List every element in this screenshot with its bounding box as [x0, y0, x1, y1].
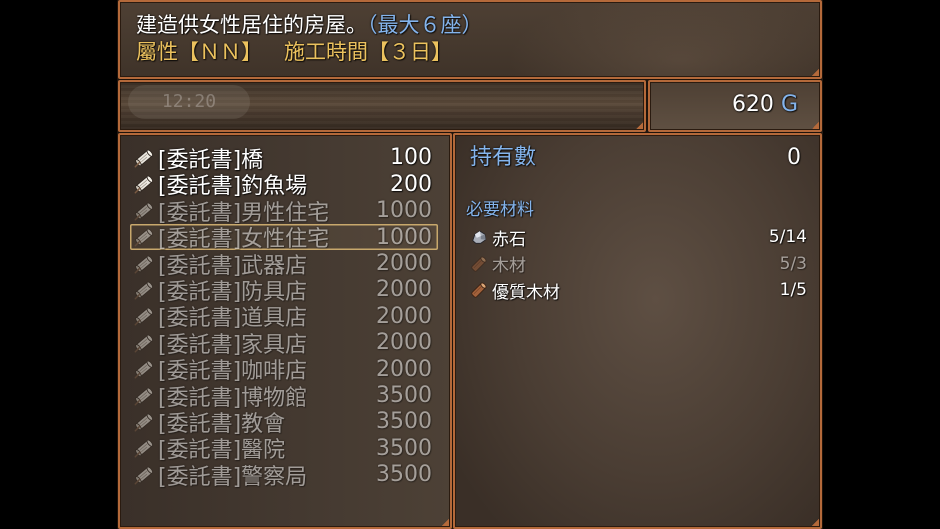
- material-count: 5/14: [768, 227, 807, 247]
- shop-item-price: 100: [390, 145, 432, 171]
- material-row: 赤石 5/14: [470, 224, 807, 251]
- scroll-icon: [133, 279, 155, 301]
- material-name: 赤石: [492, 229, 526, 250]
- shop-item-price: 3500: [376, 409, 432, 435]
- shop-item-price: 2000: [376, 303, 432, 329]
- background-clock: 12:20: [128, 85, 250, 119]
- material-row: 木材 5/3: [470, 250, 807, 277]
- help-line-2: 屬性【ＮＮ】 施工時間【３日】: [136, 39, 452, 66]
- max-count-note: （最大６座）: [367, 12, 483, 37]
- material-count: 5/3: [779, 253, 807, 274]
- gold-window: 620 G: [648, 80, 822, 132]
- currency-unit: G: [780, 92, 798, 117]
- shop-item-price: 2000: [376, 330, 432, 356]
- scroll-icon: [133, 437, 155, 459]
- window-corner-decoration: [812, 519, 819, 526]
- window-corner-decoration: [812, 69, 819, 76]
- scroll-icon: [133, 358, 155, 380]
- ore-icon: [470, 228, 488, 246]
- shop-item-row[interactable]: [委託書]警察局 3500: [130, 461, 438, 490]
- possession-label: 持有數: [470, 145, 537, 170]
- shop-item-row[interactable]: [委託書]家具店 2000: [130, 330, 438, 358]
- shop-item-price: 3500: [376, 435, 432, 461]
- scroll-icon: [133, 147, 155, 169]
- shop-item-row[interactable]: [委託書]道具店 2000: [130, 303, 438, 331]
- required-materials-label: 必要材料: [466, 200, 534, 220]
- shop-item-rows: [委託書]橋 100 [委託書]釣魚場 200 [委託書]男性住宅 1000 […: [130, 145, 438, 490]
- help-window: 建造供女性居住的房屋。（最大６座） 屬性【ＮＮ】 施工時間【３日】: [118, 0, 822, 79]
- material-name: 優質木材: [492, 282, 560, 303]
- shop-item-row[interactable]: [委託書]女性住宅 1000: [130, 223, 438, 252]
- material-name: 木材: [492, 256, 526, 276]
- item-status-window: 持有數 0 必要材料 赤石 5/14 木材 5/3 優質木材 1/5: [453, 133, 822, 529]
- shop-item-price: 1000: [376, 224, 432, 250]
- shop-item-row[interactable]: [委託書]博物館 3500: [130, 382, 438, 411]
- shop-item-price: 1000: [376, 198, 432, 224]
- window-corner-decoration: [442, 519, 449, 526]
- material-list: 赤石 5/14 木材 5/3 優質木材 1/5: [470, 224, 807, 304]
- possession-value: 0: [787, 145, 801, 170]
- shop-item-price: 2000: [376, 277, 432, 303]
- attribute-label: 屬性【ＮＮ】: [136, 39, 262, 64]
- scroll-icon: [133, 253, 155, 275]
- material-row: 優質木材 1/5: [470, 277, 807, 304]
- shop-item-name: [委託書]警察局: [158, 464, 308, 490]
- shop-item-row[interactable]: [委託書]釣魚場 200: [130, 171, 438, 199]
- scroll-icon: [133, 305, 155, 327]
- scroll-icon: [133, 411, 155, 433]
- material-count: 1/5: [779, 280, 807, 300]
- gold-display: 620 G: [732, 92, 798, 118]
- help-line-1: 建造供女性居住的房屋。（最大６座）: [136, 12, 483, 39]
- shop-item-list: [委託書]橋 100 [委託書]釣魚場 200 [委託書]男性住宅 1000 […: [118, 133, 452, 529]
- build-time-label: 施工時間【３日】: [284, 39, 452, 64]
- scroll-icon: [133, 200, 155, 222]
- item-description: 建造供女性居住的房屋。: [136, 12, 367, 37]
- scroll-icon: [133, 385, 155, 407]
- scroll-icon: [133, 173, 155, 195]
- window-corner-decoration: [636, 122, 643, 129]
- shop-item-price: 200: [390, 171, 432, 197]
- shop-item-price: 3500: [376, 462, 432, 488]
- wood-log-icon: [470, 281, 488, 299]
- shop-item-row[interactable]: [委託書]教會 3500: [130, 409, 438, 437]
- scroll-icon: [133, 464, 155, 486]
- shop-item-row[interactable]: [委託書]橋 100: [130, 145, 438, 173]
- scroll-icon: [133, 332, 155, 354]
- shop-item-row[interactable]: [委託書]醫院 3500: [130, 435, 438, 463]
- gold-amount: 620: [731, 92, 774, 117]
- shop-item-price: 3500: [376, 383, 432, 408]
- shop-item-row[interactable]: [委託書]咖啡店 2000: [130, 356, 438, 384]
- shop-item-price: 2000: [376, 251, 432, 277]
- shop-item-row[interactable]: [委託書]武器店 2000: [130, 250, 438, 279]
- shop-item-row[interactable]: [委託書]男性住宅 1000: [130, 198, 438, 226]
- shop-item-row[interactable]: [委託書]防具店 2000: [130, 277, 438, 305]
- shop-item-price: 2000: [376, 356, 432, 382]
- wood-log-icon: [470, 255, 488, 273]
- window-corner-decoration: [812, 122, 819, 129]
- blank-window: 12:20: [118, 80, 646, 132]
- scroll-icon: [133, 226, 155, 248]
